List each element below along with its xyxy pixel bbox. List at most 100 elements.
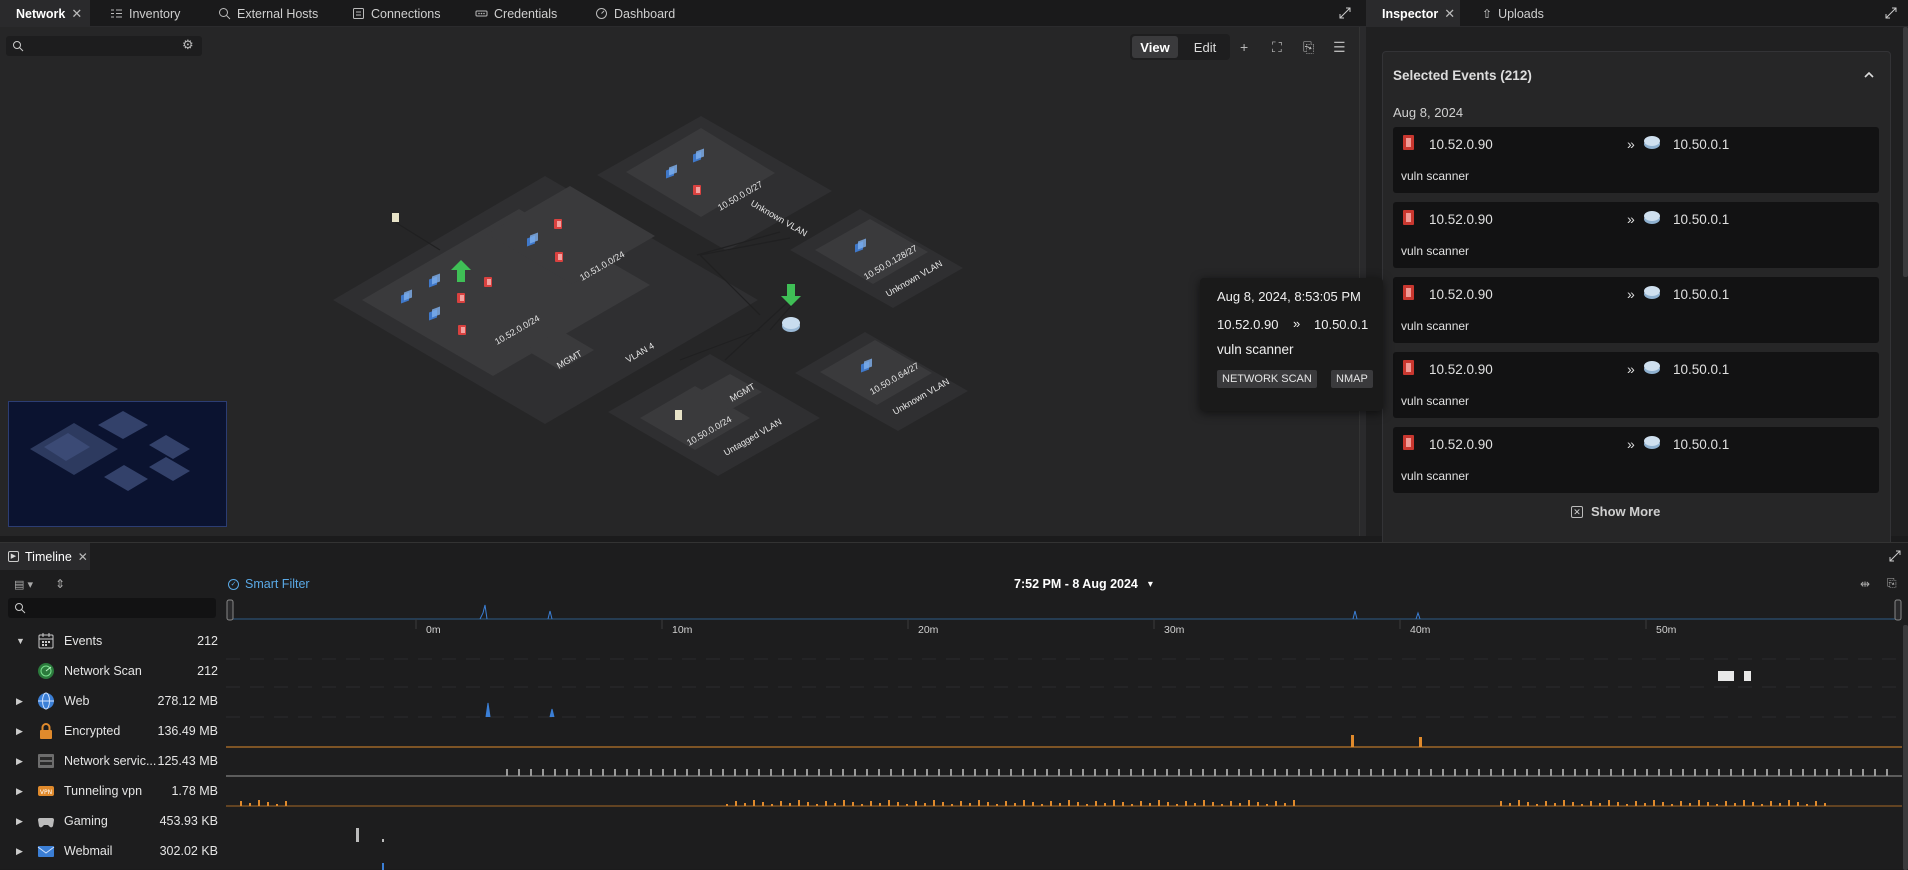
caret-right-icon[interactable]: ▶	[16, 846, 23, 857]
export-icon[interactable]: ⎘	[1887, 576, 1897, 591]
show-more-button[interactable]: ✕ Show More	[1571, 504, 1660, 519]
tab-label: External Hosts	[237, 6, 319, 21]
time-range-selector[interactable]: 7:52 PM - 8 Aug 2024 ▾	[1014, 577, 1153, 591]
tab-inspector[interactable]: Inspector ✕	[1366, 0, 1460, 27]
close-icon[interactable]: ✕	[78, 550, 88, 564]
close-icon[interactable]: ✕	[1444, 6, 1455, 22]
timeline-row-network-scan[interactable]: Network Scan 212	[0, 656, 222, 686]
tooltip-label: vuln scanner	[1217, 342, 1294, 357]
tab-external-hosts[interactable]: External Hosts	[208, 0, 328, 27]
event-label: vuln scanner	[1401, 319, 1470, 333]
caret-right-icon[interactable]: ▶	[16, 726, 23, 737]
lock-icon	[40, 723, 52, 739]
external-hosts-icon	[219, 8, 231, 20]
selected-events-title: Selected Events (212)	[1393, 68, 1532, 83]
event-source: 10.52.0.90	[1429, 212, 1493, 227]
firewall-icon	[1403, 210, 1414, 225]
row-value: 1.78 MB	[171, 784, 218, 798]
dashboard-icon	[596, 8, 607, 19]
event-source: 10.52.0.90	[1429, 137, 1493, 152]
inventory-icon	[111, 9, 122, 18]
tab-connections[interactable]: Connections	[342, 0, 451, 27]
firewall-icon	[1403, 285, 1414, 300]
row-value: 212	[197, 634, 218, 648]
row-name: Web	[64, 694, 90, 708]
event-destination: 10.50.0.1	[1673, 137, 1730, 152]
event-source: 10.52.0.90	[1429, 362, 1493, 377]
router-icon	[1644, 136, 1660, 149]
event-source: 10.52.0.90	[1429, 437, 1493, 452]
event-destination: 10.50.0.1	[1673, 362, 1730, 377]
event-item[interactable]: 10.52.0.90 » 10.50.0.1 vuln scanner	[1393, 277, 1879, 343]
tab-label: Timeline	[25, 549, 72, 564]
tab-timeline[interactable]: ▶ Timeline ✕	[0, 543, 90, 570]
tab-label: Inspector	[1382, 6, 1439, 21]
selected-events-card: Selected Events (212) Aug 8, 2024 10.52.…	[1382, 51, 1891, 551]
event-item[interactable]: 10.52.0.90 » 10.50.0.1 vuln scanner	[1393, 202, 1879, 268]
smart-filter-button[interactable]: ✓ Smart Filter	[228, 577, 310, 591]
caret-right-icon[interactable]: ▶	[16, 786, 23, 797]
inspector-scrollbar[interactable]	[1903, 27, 1908, 277]
timeline-row-web[interactable]: ▶ Web 278.12 MB	[0, 686, 222, 716]
tab-inventory[interactable]: Inventory	[100, 0, 190, 27]
router-icon	[1644, 436, 1660, 449]
tab-credentials[interactable]: Credentials	[465, 0, 567, 27]
close-icon[interactable]: ✕	[71, 6, 82, 22]
minimap[interactable]	[8, 401, 227, 527]
event-label: vuln scanner	[1401, 244, 1470, 258]
tooltip-source: 10.52.0.90	[1217, 317, 1279, 332]
expand-icon[interactable]	[1888, 549, 1902, 563]
timeline-row-webmail[interactable]: ▶ Webmail 302.02 KB	[0, 836, 222, 870]
tab-label: Connections	[371, 6, 441, 21]
row-name: Network servic...	[64, 754, 157, 768]
smart-filter-label: Smart Filter	[245, 577, 310, 591]
collapse-all-icon[interactable]: ⇕	[55, 577, 65, 591]
tab-network[interactable]: Network ✕	[0, 0, 90, 27]
timeline-row-events[interactable]: ▼ Events 212	[0, 626, 222, 656]
connections-icon	[353, 8, 364, 19]
caret-right-icon[interactable]: ▶	[16, 696, 23, 707]
row-value: 453.93 KB	[159, 814, 218, 828]
event-label: vuln scanner	[1401, 394, 1470, 408]
timeline-panel: ▶ Timeline ✕ ▤ ▾ ⇕ ✓ Smart Filter 7:52 P…	[0, 542, 1908, 870]
timeline-tracks[interactable]	[226, 619, 1902, 870]
event-item[interactable]: 10.52.0.90 » 10.50.0.1 vuln scanner	[1393, 127, 1879, 193]
group-by-icon[interactable]: ▤ ▾	[14, 578, 33, 591]
show-more-icon: ✕	[1571, 505, 1583, 518]
chevron-down-icon: ▾	[1147, 578, 1153, 590]
row-value: 278.12 MB	[157, 694, 218, 708]
tab-label: Credentials	[494, 6, 558, 21]
timeline-scrollbar[interactable]	[1903, 625, 1908, 870]
tab-uploads[interactable]: ⇧ Uploads	[1472, 0, 1554, 27]
show-more-label: Show More	[1591, 504, 1661, 519]
caret-right-icon[interactable]: ▶	[16, 816, 23, 827]
timeline-search-input[interactable]	[8, 598, 216, 618]
upload-icon: ⇧	[1482, 6, 1493, 21]
event-item[interactable]: 10.52.0.90 » 10.50.0.1 vuln scanner	[1393, 427, 1879, 493]
host-node[interactable]	[392, 213, 399, 222]
arrow-icon: »	[1627, 361, 1635, 377]
calendar-icon	[38, 633, 54, 649]
timeline-row-network-services[interactable]: ▶ Network servic... 125.43 MB	[0, 746, 222, 776]
router-icon	[1644, 361, 1660, 374]
tab-dashboard[interactable]: Dashboard	[585, 0, 685, 27]
timeline-row-tunneling-vpn[interactable]: ▶ VPN Tunneling vpn 1.78 MB	[0, 776, 222, 806]
row-value: 212	[197, 664, 218, 678]
timeline-row-encrypted[interactable]: ▶ Encrypted 136.49 MB	[0, 716, 222, 746]
tag-network-scan: NETWORK SCAN	[1217, 370, 1317, 388]
caret-down-icon[interactable]: ▼	[16, 636, 25, 646]
vpn-icon: VPN	[38, 786, 54, 796]
expand-icon[interactable]	[1884, 6, 1898, 20]
credentials-icon	[475, 10, 488, 17]
row-name: Encrypted	[64, 724, 121, 738]
timeline-row-gaming[interactable]: ▶ Gaming 453.93 KB	[0, 806, 222, 836]
fit-width-icon[interactable]: ⇹	[1860, 577, 1870, 591]
expand-icon[interactable]	[1338, 6, 1352, 20]
collapse-icon[interactable]	[1863, 70, 1875, 80]
host-node[interactable]	[675, 410, 682, 420]
event-item[interactable]: 10.52.0.90 » 10.50.0.1 vuln scanner	[1393, 352, 1879, 418]
router-icon	[1644, 211, 1660, 224]
tooltip-datetime: Aug 8, 2024, 8:53:05 PM	[1217, 289, 1361, 304]
caret-right-icon[interactable]: ▶	[16, 756, 23, 767]
time-range-label: 7:52 PM - 8 Aug 2024	[1014, 577, 1138, 591]
